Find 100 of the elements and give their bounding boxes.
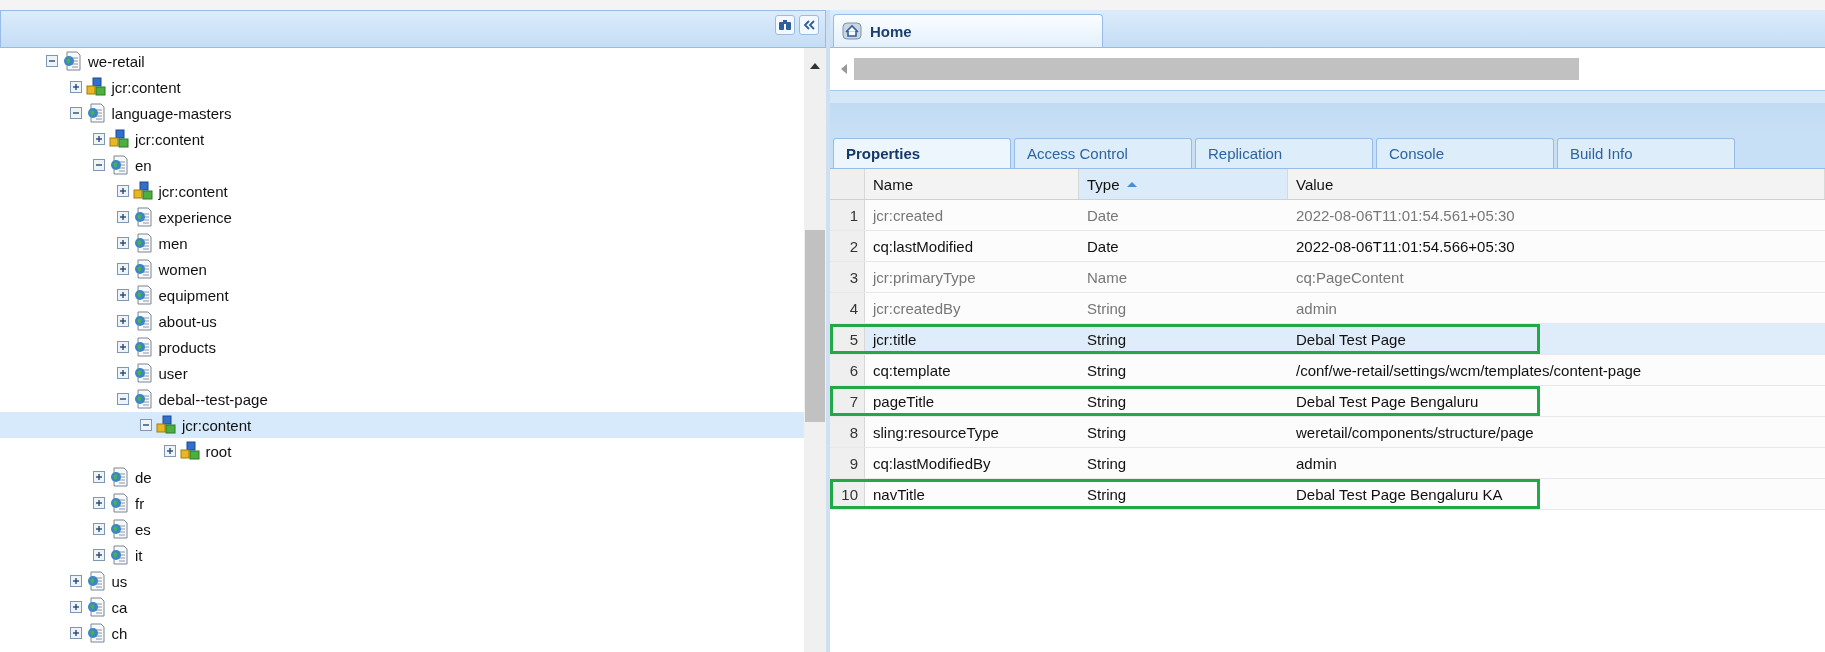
table-cell-text: Date [1086, 206, 1120, 224]
tree-item[interactable]: about-us [0, 308, 804, 334]
table-cell-text: pageTitle [872, 392, 936, 410]
table-cell-text: Debal Test Page Bengaluru KA [1295, 485, 1504, 503]
table-cell-text: String [1086, 454, 1128, 472]
expand-icon[interactable] [116, 237, 129, 249]
scrollbar-thumb[interactable] [854, 58, 1579, 80]
table-cell-text: sling:resourceType [872, 423, 1000, 441]
tree-item-label: fr [135, 494, 145, 512]
table-cell-text: cq:lastModified [872, 237, 975, 255]
tree-item[interactable]: we-retail [0, 48, 804, 74]
tree-item[interactable]: en [0, 152, 804, 178]
scrollbar-thumb[interactable] [805, 230, 825, 422]
tree-item[interactable]: it [0, 542, 804, 568]
table-cell-text: jcr:primaryType [871, 268, 977, 286]
column-header[interactable]: Value [1288, 169, 1825, 199]
page-globe-icon [132, 337, 153, 357]
table-cell-text: 2022-08-06T11:01:54.561+05:30 [1295, 206, 1516, 224]
table-cell-text: /conf/we-retail/settings/wcm/templates/content-page [1295, 361, 1643, 379]
expand-icon[interactable] [69, 575, 82, 587]
expand-icon[interactable] [116, 341, 129, 353]
table-row[interactable]: 9 cq:lastModifiedBy String admin [830, 448, 1825, 479]
expand-icon[interactable] [69, 627, 82, 639]
page-globe-icon [132, 389, 153, 409]
tree-item[interactable]: products [0, 334, 804, 360]
table-row[interactable]: 6 cq:template String /conf/we-retail/settings/wcm/templates/content-page [830, 355, 1825, 386]
tree-item-label: men [158, 234, 188, 252]
tab[interactable]: Build Info [1557, 138, 1735, 168]
tree-item-label: equipment [158, 286, 229, 304]
page-globe-icon [85, 571, 106, 591]
page-globe-icon [132, 311, 153, 331]
tree-item[interactable]: language-masters [0, 100, 804, 126]
tree-item[interactable]: equipment [0, 282, 804, 308]
expand-icon[interactable] [93, 497, 105, 509]
expand-icon[interactable] [93, 471, 105, 483]
expand-icon[interactable] [93, 133, 105, 145]
tree-item[interactable]: es [0, 516, 804, 542]
tree-item-label: women [158, 260, 207, 278]
collapse-button[interactable] [799, 15, 819, 35]
page-globe-icon [132, 207, 153, 227]
expand-icon[interactable] [93, 549, 105, 561]
expand-icon[interactable] [163, 445, 176, 457]
collapse-icon[interactable] [140, 419, 152, 431]
expand-icon[interactable] [116, 315, 129, 327]
table-row[interactable]: 3 jcr:primaryType Name cq:PageContent [830, 262, 1825, 293]
page-globe-icon [132, 363, 153, 383]
expand-icon[interactable] [69, 601, 82, 613]
tab[interactable]: Replication [1195, 138, 1373, 168]
scroll-left-icon[interactable] [840, 63, 848, 75]
table-row[interactable]: 7 pageTitle String Debal Test Page Bengaluru [830, 386, 1825, 417]
expand-icon[interactable] [116, 289, 129, 301]
expand-icon[interactable] [93, 523, 105, 535]
table-cell-text: admin [1295, 454, 1338, 472]
expand-icon[interactable] [116, 263, 129, 275]
collapse-icon[interactable] [116, 393, 129, 405]
table-cell-text: String [1086, 361, 1128, 379]
tree-item[interactable]: experience [0, 204, 804, 230]
table-cell-text: String [1086, 299, 1128, 317]
tree-item[interactable]: jcr:content [0, 412, 804, 438]
collapse-icon[interactable] [93, 159, 105, 171]
table-row[interactable]: 1 jcr:created Date 2022-08-06T11:01:54.561+05:30 [830, 200, 1825, 231]
tab[interactable]: Access Control [1014, 138, 1192, 168]
tree-item[interactable]: men [0, 230, 804, 256]
table-cell-text: jcr:created [871, 206, 945, 224]
tree-item[interactable]: jcr:content [0, 126, 804, 152]
tree-item[interactable]: ch [0, 620, 804, 646]
page-globe-icon [85, 597, 106, 617]
column-header[interactable]: Type [1079, 169, 1288, 199]
table-row[interactable]: 8 sling:resourceType String weretail/components/structure/page [830, 417, 1825, 448]
table-cell-text: Debal Test Page [1295, 330, 1407, 348]
table-row[interactable]: 2 cq:lastModified Date 2022-08-06T11:01:54.566+05:30 [830, 231, 1825, 262]
expand-icon[interactable] [116, 185, 129, 197]
expand-icon[interactable] [116, 367, 129, 379]
table-row[interactable]: 4 jcr:createdBy String admin [830, 293, 1825, 324]
tree-item[interactable]: fr [0, 490, 804, 516]
expand-icon[interactable] [69, 81, 82, 93]
table-row[interactable]: 10 navTitle String Debal Test Page Bengaluru KA [830, 479, 1825, 510]
table-row[interactable]: 5 jcr:title String Debal Test Page [830, 324, 1825, 355]
scroll-up-icon[interactable] [809, 62, 821, 70]
tree-item[interactable]: root [0, 438, 804, 464]
tree-item-label: ca [111, 598, 128, 616]
collapse-icon[interactable] [46, 55, 58, 67]
tree-item[interactable]: women [0, 256, 804, 282]
search-button[interactable] [775, 15, 795, 35]
page-globe-icon [132, 233, 153, 253]
tree-item[interactable]: jcr:content [0, 74, 804, 100]
tree-item[interactable]: debal--test-page [0, 386, 804, 412]
tree-item[interactable]: us [0, 568, 804, 594]
tree-item-label: us [111, 572, 128, 590]
expand-icon[interactable] [116, 211, 129, 223]
house-icon [842, 22, 862, 40]
tree-item[interactable]: jcr:content [0, 178, 804, 204]
collapse-icon[interactable] [69, 107, 82, 119]
tab[interactable]: Properties [833, 138, 1011, 168]
tree-item[interactable]: de [0, 464, 804, 490]
tab[interactable]: Console [1376, 138, 1554, 168]
scrollbar[interactable] [804, 48, 826, 652]
tree-item[interactable]: user [0, 360, 804, 386]
home-tab[interactable]: Home [833, 14, 1103, 47]
tree-item[interactable]: ca [0, 594, 804, 620]
